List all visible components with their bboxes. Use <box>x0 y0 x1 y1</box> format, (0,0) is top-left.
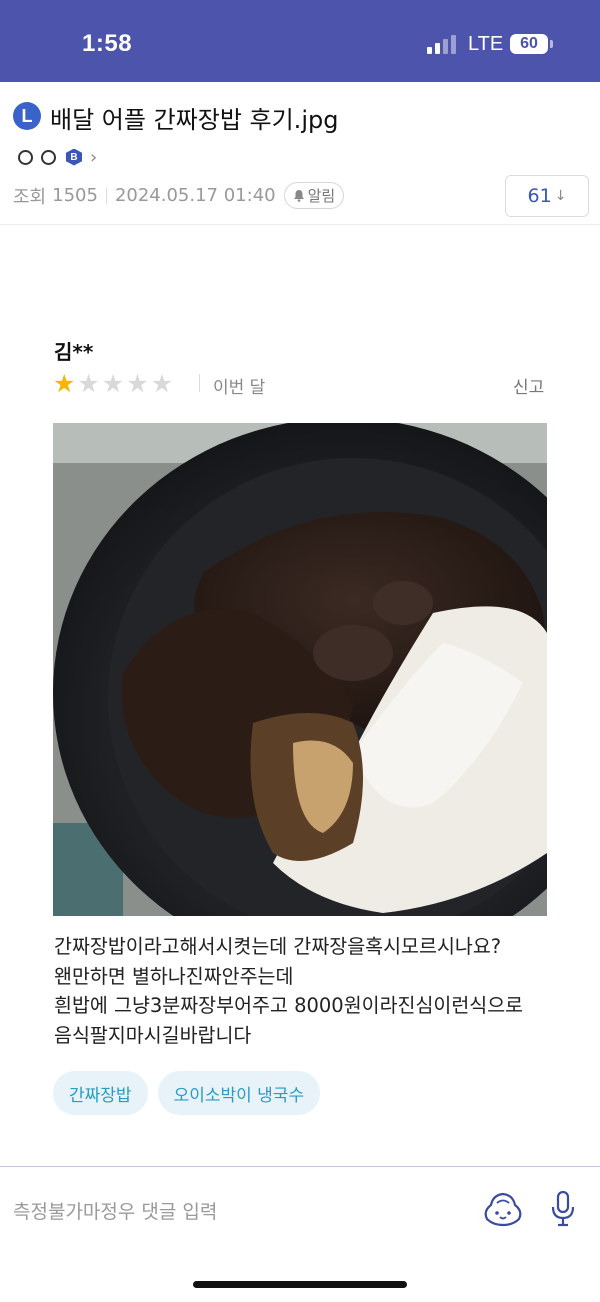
battery-tip <box>550 40 553 48</box>
alarm-label: 알림 <box>307 187 336 205</box>
divider <box>105 187 107 204</box>
review-text: 간짜장밥이라고해서시켯는데 간짜장을혹시모르시나요? 왠만하면 별하나진짜안주는… <box>54 932 564 1050</box>
network-type: LTE <box>468 33 504 55</box>
emoji-face-icon[interactable] <box>481 1189 525 1229</box>
home-indicator <box>193 1281 407 1288</box>
board-logo[interactable]: L <box>13 102 41 130</box>
comment-count-button[interactable]: 61 ↓ <box>505 175 589 217</box>
menu-tags: 간짜장밥 오이소박이 냉국수 <box>53 1071 321 1115</box>
views-count: 1505 <box>52 185 98 206</box>
menu-tag[interactable]: 오이소박이 냉국수 <box>157 1071 321 1115</box>
post-datetime: 2024.05.17 01:40 <box>114 185 276 206</box>
bell-icon <box>293 190 304 202</box>
post-meta: 조회 1505 2024.05.17 01:40 알림 <box>13 182 345 209</box>
star-rating: ★ ★ ★ ★ ★ <box>53 371 173 396</box>
divider <box>199 374 200 392</box>
review-text-line: 왠만하면 별하나진짜안주는데 <box>54 964 294 988</box>
star-filled-icon: ★ <box>53 369 76 398</box>
review-text-line: 흰밥에 그냥3분짜장부어주고 8000원이라진심이런식으로 <box>54 994 524 1017</box>
menu-tag[interactable]: 간짜장밥 <box>53 1071 148 1115</box>
mic-icon[interactable] <box>550 1189 576 1229</box>
star-empty-icon: ★ <box>126 369 149 398</box>
report-link[interactable]: 신고 <box>513 373 544 398</box>
comment-input[interactable]: 측정불가마정우 댓글 입력 <box>13 1197 217 1224</box>
author-profile-link[interactable]: B › <box>18 146 97 168</box>
star-empty-icon: ★ <box>150 369 174 398</box>
arrow-down-icon: ↓ <box>554 188 567 204</box>
battery-icon: 60 <box>510 34 548 54</box>
star-empty-icon: ★ <box>101 369 125 398</box>
jjajang-rice-illustration <box>53 423 547 916</box>
review-date: 이번 달 <box>213 378 266 398</box>
chevron-right-icon: › <box>90 146 98 168</box>
signal-strength-icon <box>427 34 459 54</box>
author-nickname-circle-icon <box>41 149 56 165</box>
views-label: 조회 <box>13 186 47 208</box>
status-bar: 1:58 LTE 60 <box>0 0 600 82</box>
alarm-button[interactable]: 알림 <box>283 182 345 209</box>
author-nickname-circle-icon <box>18 149 33 165</box>
review-author: 김** <box>54 340 94 364</box>
post-header: L 배달 어플 간짜장밥 후기.jpg B › 조회 1505 2024.05.… <box>0 82 600 225</box>
level-badge: B <box>66 148 82 166</box>
status-time: 1:58 <box>82 30 133 57</box>
food-photo[interactable] <box>53 423 547 916</box>
review-text-line: 음식팔지마시길바랍니다 <box>54 1023 252 1047</box>
comment-count: 61 <box>527 185 552 207</box>
star-empty-icon: ★ <box>77 369 100 398</box>
review-text-line: 간짜장밥이라고해서시켯는데 간짜장을혹시모르시나요? <box>54 935 502 958</box>
post-title: 배달 어플 간짜장밥 후기.jpg <box>50 106 339 134</box>
